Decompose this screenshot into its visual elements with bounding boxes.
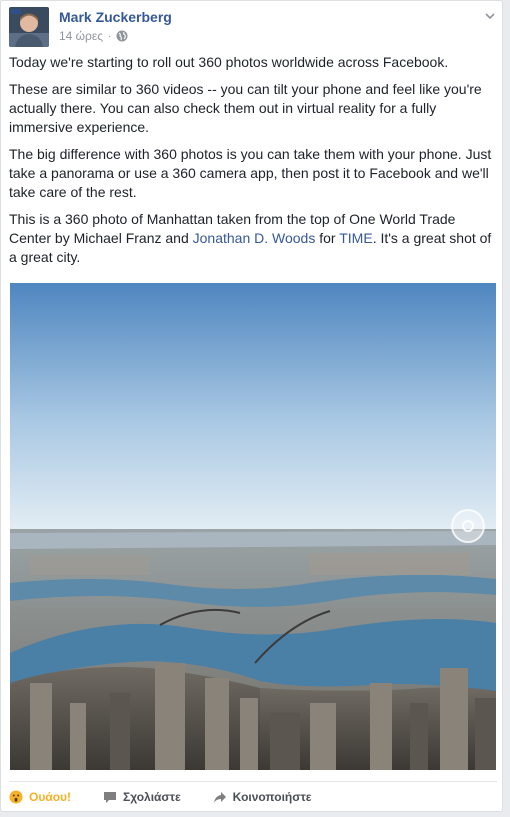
post-card: Mark Zuckerberg 14 ώρες · Today we're st…: [0, 0, 503, 812]
action-bar: Ουάου! Σχολιάστε Κοινοποιήστε: [9, 781, 497, 812]
post-text: Today we're starting to roll out 360 pho…: [9, 53, 499, 275]
post-meta: 14 ώρες ·: [59, 29, 128, 43]
page-link[interactable]: TIME: [339, 230, 372, 246]
post-paragraph: Today we're starting to roll out 360 pho…: [9, 54, 449, 70]
share-icon: [213, 790, 227, 804]
share-button[interactable]: Κοινοποιήστε: [213, 790, 312, 804]
share-label: Κοινοποιήστε: [232, 790, 312, 804]
author-name[interactable]: Mark Zuckerberg: [59, 9, 172, 25]
post-header: Mark Zuckerberg 14 ώρες ·: [9, 7, 497, 49]
wow-emoji-icon: [9, 790, 23, 804]
comment-icon: [103, 790, 117, 804]
chevron-down-icon[interactable]: [483, 9, 497, 23]
globe-icon[interactable]: [116, 30, 128, 42]
mention-link[interactable]: Jonathan D. Woods: [193, 230, 316, 246]
avatar[interactable]: [9, 7, 49, 47]
view-360-icon[interactable]: [451, 509, 485, 543]
comment-label: Σχολιάστε: [123, 790, 181, 804]
photo-360[interactable]: [10, 283, 496, 770]
manhattan-photo: [10, 283, 496, 770]
post-paragraph: These are similar to 360 videos -- you c…: [9, 81, 482, 135]
comment-button[interactable]: Σχολιάστε: [103, 790, 181, 804]
post-time[interactable]: 14 ώρες: [59, 29, 103, 43]
meta-separator: ·: [108, 30, 112, 42]
post-paragraph: This is a 360 photo of Manhattan taken f…: [9, 210, 499, 267]
post-paragraph: The big difference with 360 photos is yo…: [9, 146, 492, 200]
paragraph-text: for: [315, 230, 340, 246]
reaction-label: Ουάου!: [29, 790, 72, 804]
reaction-button[interactable]: Ουάου!: [9, 790, 71, 804]
